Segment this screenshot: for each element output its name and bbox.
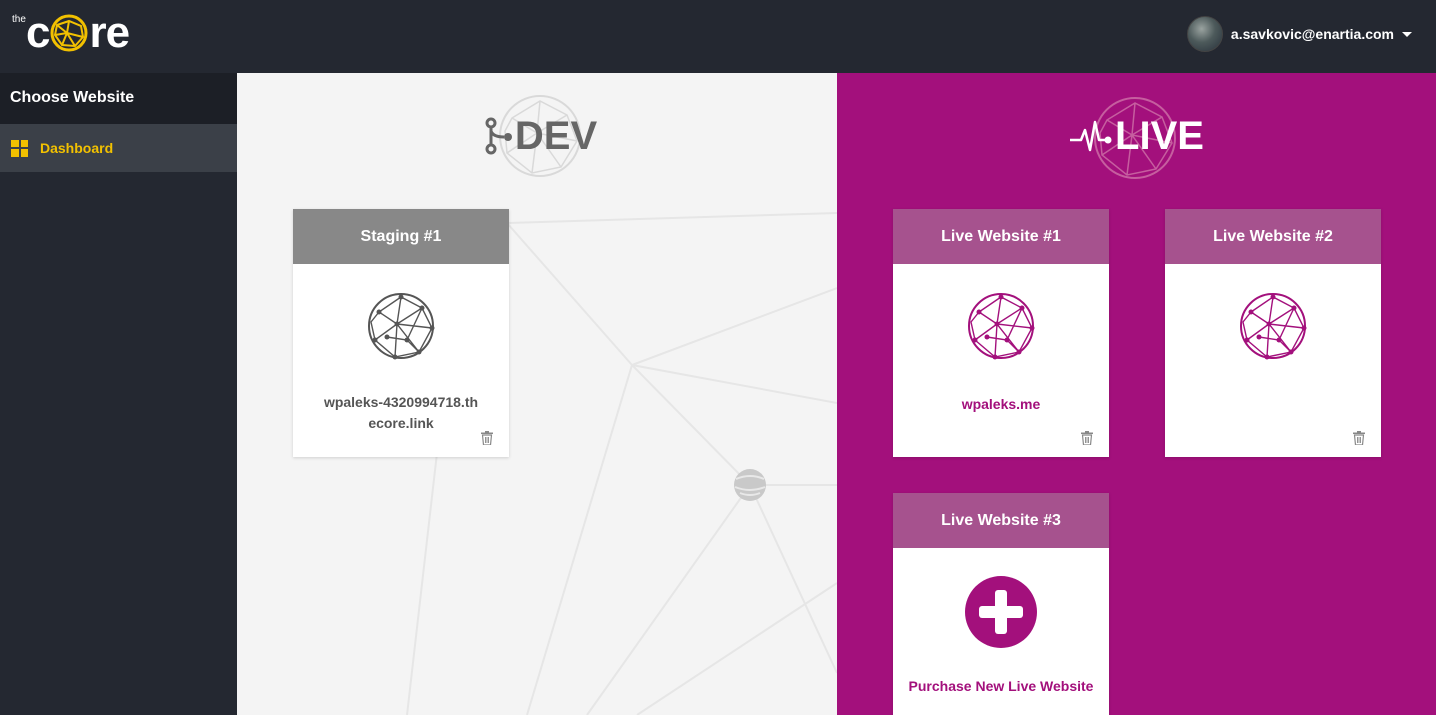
purchase-new-live-website-link[interactable]: Purchase New Live Website [893,678,1109,694]
card-title: Live Website #1 [893,209,1109,264]
website-globe-icon [368,293,435,360]
small-globe-icon [734,469,766,501]
dev-title: DEV [514,113,598,158]
website-link[interactable]: wpaleks.me [901,394,1101,415]
user-menu[interactable]: a.savkovic@enartia.com [1186,14,1412,54]
logo-the-text: the [12,14,26,25]
website-globe-icon [968,293,1035,360]
live-website-card[interactable]: Live Website #1 wpaleks.me [893,209,1109,457]
logo-globe-icon [50,14,88,52]
avatar[interactable] [1186,16,1223,52]
website-link[interactable]: wpaleks-4320994718.thecore.link [301,392,501,434]
pulse-icon [1070,120,1112,152]
trash-icon[interactable] [1081,431,1093,445]
dev-header: DEV [237,91,837,181]
user-email[interactable]: a.savkovic@enartia.com [1231,26,1394,42]
grid-icon [11,139,28,157]
the-core-logo[interactable]: the c re [12,8,152,62]
top-bar: the c re a.savkovic@enartia.com [0,0,1436,73]
choose-website-heading[interactable]: Choose Website [0,73,237,124]
card-title: Live Website #2 [1165,209,1381,264]
trash-icon[interactable] [1353,431,1365,445]
card-title: Live Website #3 [893,493,1109,548]
live-website-card[interactable]: Live Website #2 [1165,209,1381,457]
sidebar-item-dashboard[interactable]: Dashboard [0,124,237,172]
live-panel: LIVE Live Website #1 wpaleks.me Live Web… [837,73,1436,715]
plus-icon[interactable] [965,576,1037,648]
live-title: LIVE [1115,113,1204,158]
git-branch-icon [485,117,512,155]
trash-icon[interactable] [481,431,493,445]
logo-core-text: c re [26,8,130,57]
live-header: LIVE [837,91,1436,181]
chevron-down-icon[interactable] [1402,31,1412,37]
sidebar-item-label: Dashboard [40,140,114,156]
website-globe-icon [1240,293,1307,360]
sidebar: Choose Website Dashboard [0,73,237,715]
purchase-website-card[interactable]: Live Website #3 Purchase New Live Websit… [893,493,1109,715]
dev-panel: DEV Staging #1 wpaleks-4320994718.thecor… [237,73,837,715]
staging-card[interactable]: Staging #1 wpaleks-4320994718.thecore.li… [293,209,509,457]
card-title: Staging #1 [293,209,509,264]
